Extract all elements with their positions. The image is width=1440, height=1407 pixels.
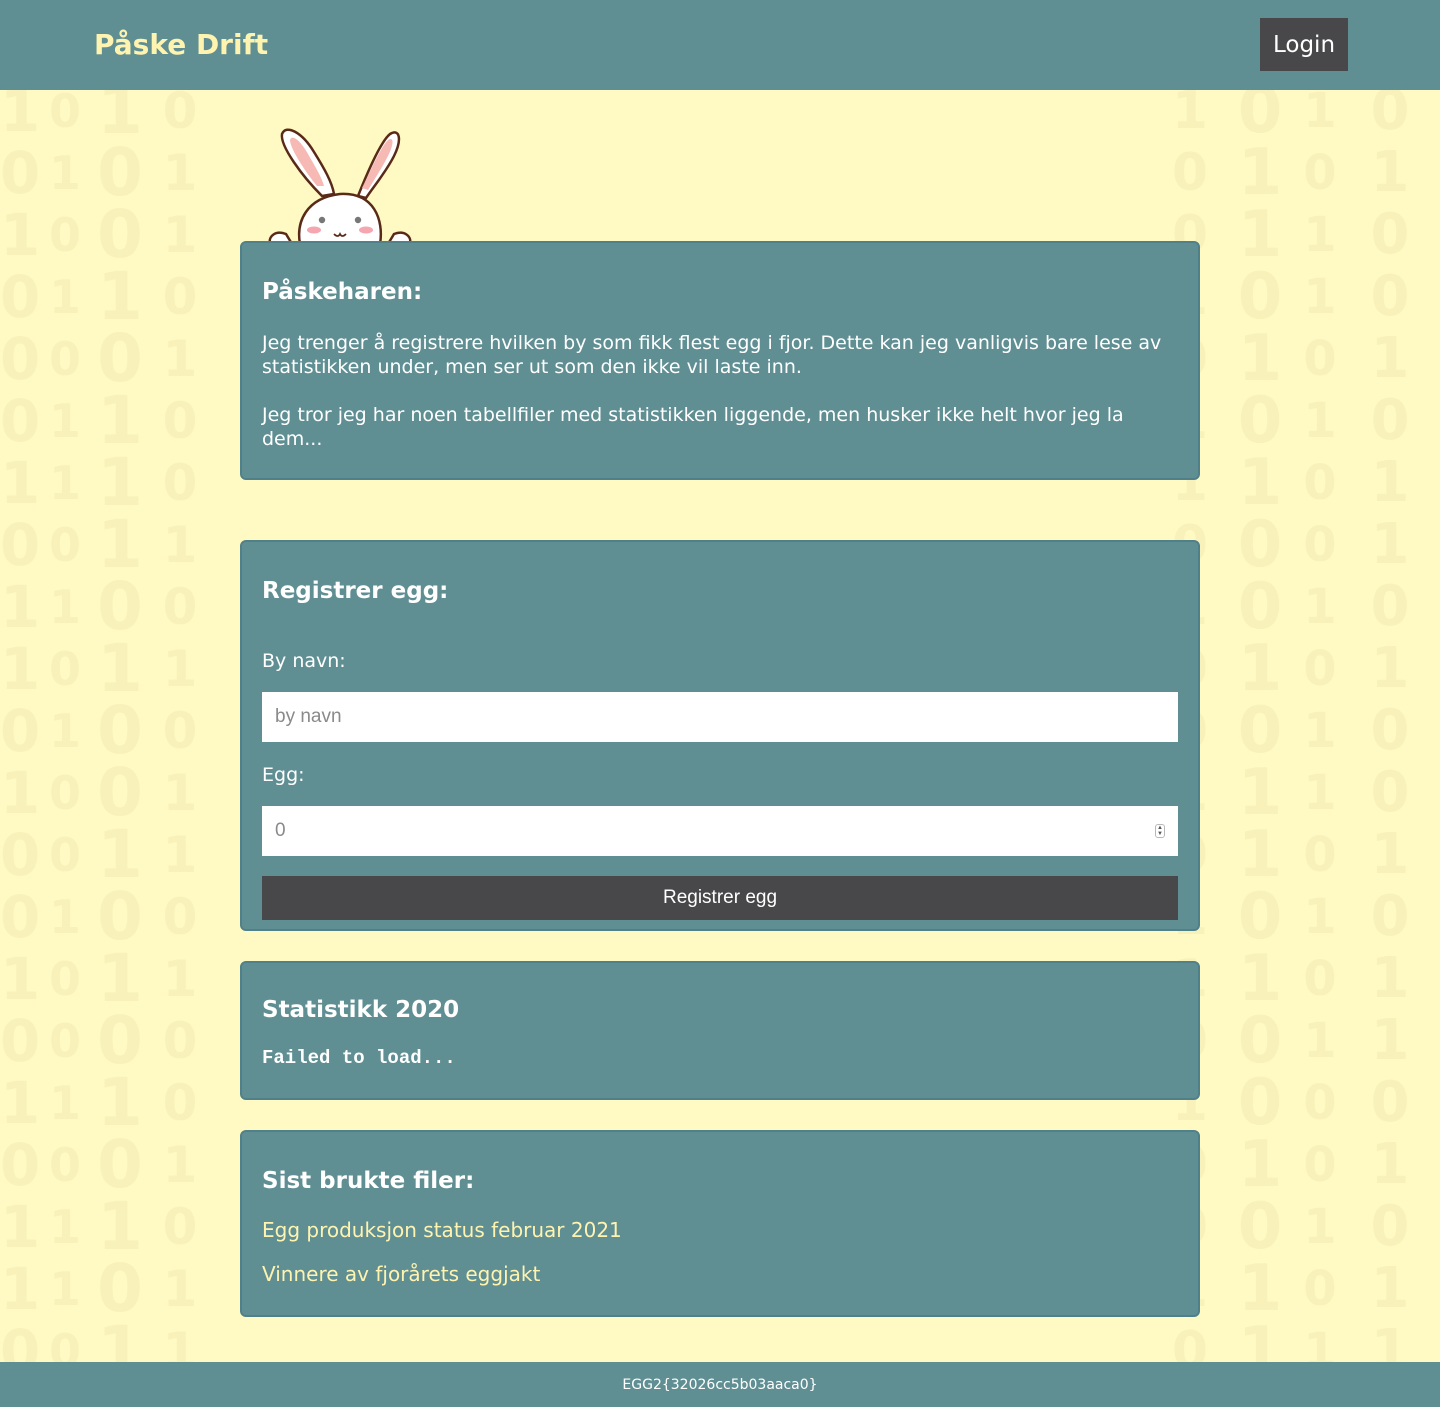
login-button[interactable]: Login <box>1260 18 1348 71</box>
spinner-icon[interactable]: ▲ ▼ <box>1155 824 1165 838</box>
city-name-label: By navn: <box>262 650 346 672</box>
egg-count-input[interactable]: 0 ▲ ▼ <box>262 806 1178 856</box>
recent-files-card: Sist brukte filer: Egg produksjon status… <box>240 1130 1200 1317</box>
city-name-placeholder: by navn <box>275 706 342 727</box>
egg-count-value: 0 <box>275 820 286 841</box>
statistics-title: Statistikk 2020 <box>262 997 460 1023</box>
register-title: Registrer egg: <box>262 578 449 604</box>
intro-title: Påskeharen: <box>262 279 423 305</box>
recent-file-link[interactable]: Vinnere av fjorårets eggjakt <box>262 1262 540 1286</box>
footer: EGG2{32026cc5b03aaca0} <box>0 1362 1440 1407</box>
register-egg-button[interactable]: Registrer egg <box>262 876 1178 920</box>
recent-file-link[interactable]: Egg produksjon status februar 2021 <box>262 1218 622 1242</box>
top-navbar: Påske Drift Login <box>0 0 1440 90</box>
bunny-icon <box>268 128 412 244</box>
brand-title[interactable]: Påske Drift <box>94 28 268 61</box>
statistics-status: Failed to load... <box>262 1047 456 1069</box>
intro-paragraph: Jeg tror jeg har noen tabellfiler med st… <box>262 404 1124 450</box>
egg-count-label: Egg: <box>262 764 305 786</box>
city-name-input[interactable]: by navn <box>262 692 1178 742</box>
footer-flag: EGG2{32026cc5b03aaca0} <box>622 1376 818 1393</box>
recent-files-title: Sist brukte filer: <box>262 1168 475 1194</box>
intro-paragraph: Jeg trenger å registrere hvilken by som … <box>262 332 1162 378</box>
statistics-card: Statistikk 2020 Failed to load... <box>240 961 1200 1100</box>
intro-card: Påskeharen: Jeg trenger å registrere hvi… <box>240 241 1200 480</box>
register-egg-card: Registrer egg: By navn: by navn Egg: 0 ▲… <box>240 540 1200 931</box>
